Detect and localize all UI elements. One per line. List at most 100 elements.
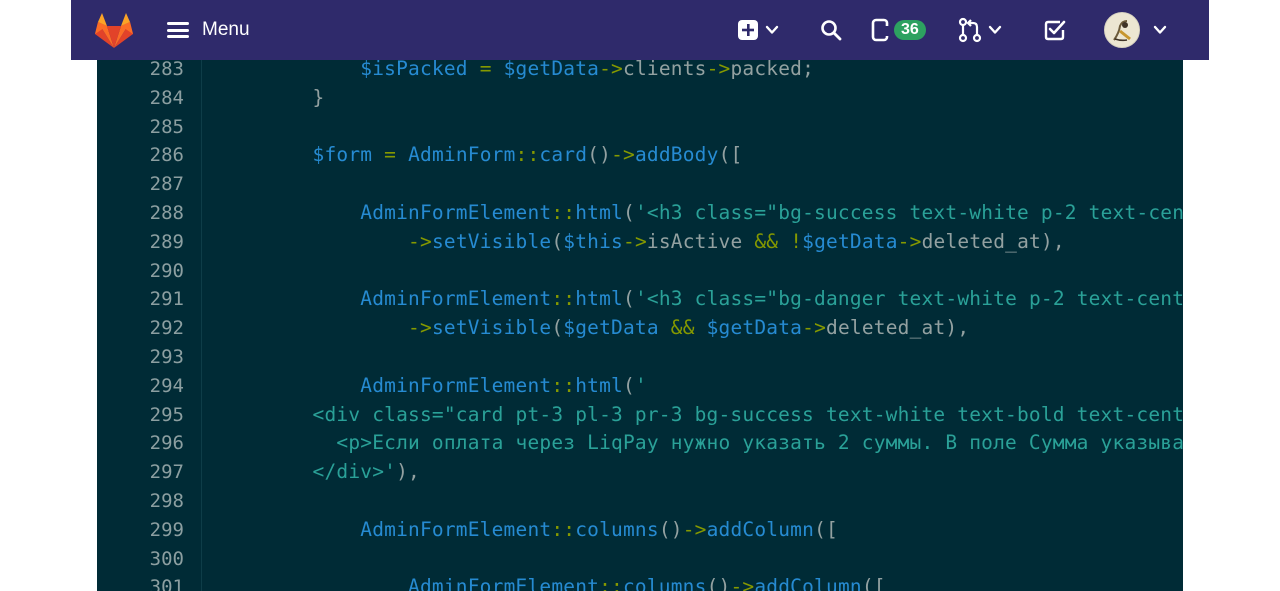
code-content: $isPacked = $getData->clients->packed; }… xyxy=(201,60,1183,591)
code-token: AdminFormElement xyxy=(360,287,552,311)
chevron-down-icon xyxy=(765,25,779,34)
code-token: $getData xyxy=(802,229,898,253)
line-number[interactable]: 295 xyxy=(150,405,184,435)
code-line: ->setVisible($getData && $getData->delet… xyxy=(217,316,970,348)
code-token: <p>Если оплата через LiqPay нужно указат… xyxy=(217,431,1183,455)
code-token: ( xyxy=(622,373,635,397)
code-token: -> xyxy=(408,229,432,253)
code-token: :: xyxy=(551,201,576,224)
code-token: <div class="card pt-3 pl-3 pr-3 bg-succe… xyxy=(217,402,1183,426)
code-token: ' xyxy=(634,373,647,397)
line-number[interactable]: 288 xyxy=(150,204,184,233)
line-number[interactable]: 301 xyxy=(150,578,184,591)
line-number[interactable]: 300 xyxy=(150,549,184,579)
merge-requests-button[interactable] xyxy=(958,14,1002,46)
line-number[interactable]: 290 xyxy=(150,261,184,291)
code-token: -> xyxy=(611,143,635,167)
code-token: ([ xyxy=(718,143,743,167)
line-number[interactable]: 296 xyxy=(150,434,184,463)
code-line: <p>Если оплата через LiqPay нужно указат… xyxy=(217,431,1183,463)
line-number[interactable]: 292 xyxy=(150,319,184,348)
code-token: $getData xyxy=(503,60,600,80)
line-number[interactable]: 299 xyxy=(150,520,184,550)
hamburger-icon xyxy=(167,22,189,38)
line-number[interactable]: 293 xyxy=(150,348,184,377)
new-dropdown-button[interactable] xyxy=(737,14,779,46)
line-number[interactable]: 283 xyxy=(150,60,184,89)
code-token: ( xyxy=(622,287,635,311)
code-token: -> xyxy=(623,229,647,253)
code-line: AdminFormElement::columns()->addColumn([ xyxy=(217,575,886,591)
code-token: () xyxy=(706,575,731,591)
code-token: card xyxy=(539,143,588,167)
code-token: deleted_at), xyxy=(921,229,1065,253)
code-line: AdminFormElement::columns()->addColumn([ xyxy=(217,517,838,550)
code-line: $isPacked = $getData->clients->packed; xyxy=(217,60,814,89)
code-token: deleted_at), xyxy=(826,316,970,340)
line-number[interactable]: 294 xyxy=(150,376,184,406)
code-token: '<h3 class="bg-danger text-white p-2 tex… xyxy=(634,287,1183,311)
code-line: AdminFormElement::html(' xyxy=(217,373,647,406)
code-token: ), xyxy=(396,460,420,484)
gitlab-logo-icon[interactable] xyxy=(93,10,135,50)
code-token: packed; xyxy=(730,60,815,80)
code-token: AdminForm xyxy=(408,143,516,167)
code-line: </div>'), xyxy=(217,460,420,492)
code-viewer: 283 284 285 286 287 288 289 290 291 292 293 294 295 2… xyxy=(97,60,1183,591)
issues-button[interactable]: 36 xyxy=(871,14,926,46)
code-token: -> xyxy=(682,517,707,541)
code-token: '<h3 class="bg-success text-white p-2 te… xyxy=(634,201,1183,224)
code-token: html xyxy=(575,287,623,311)
code-token: -> xyxy=(706,60,731,80)
code-token: -> xyxy=(599,60,623,80)
code-token: -> xyxy=(730,575,755,591)
todo-checkbox-icon xyxy=(1044,20,1066,41)
code-token: :: xyxy=(551,287,576,311)
code-token: ( xyxy=(551,229,564,253)
code-token: columns xyxy=(575,517,659,541)
line-number[interactable]: 298 xyxy=(150,492,184,521)
code-token: = xyxy=(372,143,409,167)
code-token: $getData xyxy=(706,316,803,340)
code-line: <div class="card pt-3 pl-3 pr-3 bg-succe… xyxy=(217,402,1183,435)
issues-count-badge: 36 xyxy=(894,20,926,40)
avatar xyxy=(1104,12,1140,48)
code-token: setVisible xyxy=(431,316,552,340)
todos-button[interactable] xyxy=(1043,14,1067,46)
issues-icon xyxy=(871,18,891,42)
menu-label: Menu xyxy=(202,19,250,40)
code-token: html xyxy=(575,201,623,224)
code-token: ( xyxy=(551,316,564,340)
line-number[interactable]: 285 xyxy=(150,117,184,147)
code-line: } xyxy=(217,88,325,118)
search-button[interactable] xyxy=(819,14,843,46)
code-token: && xyxy=(754,229,779,253)
line-number-gutter: 283 284 285 286 287 288 289 290 291 292 293 294 295 2… xyxy=(97,60,202,591)
line-number[interactable]: 287 xyxy=(150,175,184,204)
code-token: $isPacked xyxy=(360,60,468,80)
top-navbar: Menu 36 xyxy=(71,0,1209,60)
user-menu-button[interactable] xyxy=(1104,12,1167,48)
line-number[interactable]: 291 xyxy=(150,290,184,319)
code-token: :: xyxy=(599,575,623,591)
line-number[interactable]: 284 xyxy=(150,88,184,118)
code-token: = xyxy=(467,60,504,80)
line-number[interactable]: 289 xyxy=(150,232,184,262)
code-token: addBody xyxy=(634,143,719,167)
code-token: -> xyxy=(408,316,432,340)
code-token: -> xyxy=(802,316,827,340)
code-token: $form xyxy=(312,143,373,167)
chevron-down-icon xyxy=(988,25,1002,34)
merge-request-icon xyxy=(958,17,982,43)
line-number[interactable]: 286 xyxy=(150,146,184,175)
menu-button[interactable]: Menu xyxy=(167,14,250,46)
code-token: html xyxy=(575,373,623,397)
code-token: -> xyxy=(897,229,922,253)
line-number[interactable]: 297 xyxy=(150,463,184,492)
plus-square-icon xyxy=(738,20,758,40)
